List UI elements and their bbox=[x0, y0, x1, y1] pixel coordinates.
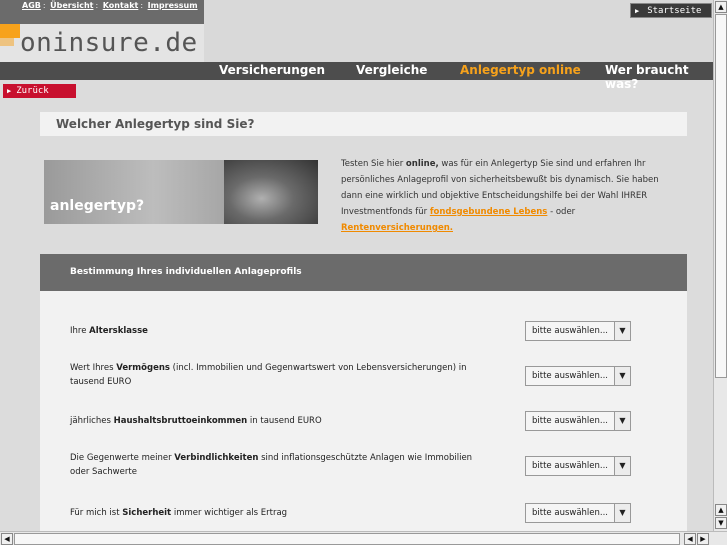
coins-image bbox=[224, 160, 318, 224]
main-nav: Versicherungen Vergleiche Anlegertyp onl… bbox=[0, 62, 713, 91]
play-icon: ▶ bbox=[635, 7, 640, 15]
question-label: Ihre Altersklasse bbox=[70, 324, 490, 338]
intro-text-part: Testen Sie hier bbox=[341, 159, 406, 169]
q-bold: Verbindlichkeiten bbox=[174, 453, 259, 463]
scroll-down-icon[interactable]: ▼ bbox=[715, 517, 727, 529]
question-label: Die Gegenwerte meiner Verbindlichkeiten … bbox=[70, 451, 490, 479]
scroll-up-icon[interactable]: ▲ bbox=[715, 504, 727, 516]
chevron-down-icon[interactable]: ▼ bbox=[614, 504, 630, 522]
question-label: jährliches Haushaltsbruttoeinkommen in t… bbox=[70, 414, 490, 428]
link-impressum[interactable]: Impressum bbox=[148, 1, 198, 10]
page-title: Welcher Anlegertyp sind Sie? bbox=[40, 112, 687, 136]
scroll-up-icon[interactable]: ▲ bbox=[715, 1, 727, 13]
nav-vergleiche[interactable]: Vergleiche bbox=[356, 63, 427, 77]
banner-text: anlegertyp? bbox=[50, 198, 145, 214]
vermoegen-select[interactable]: bitte auswählen... ▼ bbox=[525, 366, 631, 386]
select-value: bitte auswählen... bbox=[532, 326, 609, 336]
nav-wer-braucht-was[interactable]: Wer braucht was? bbox=[605, 63, 713, 91]
back-button[interactable]: ▶ Zurück bbox=[3, 84, 76, 98]
intro-text-part: - oder bbox=[547, 207, 576, 217]
q-bold: Vermögens bbox=[116, 363, 170, 373]
question-label: Wert Ihres Vermögens (incl. Immobilien u… bbox=[70, 361, 490, 389]
q-text: immer wichtiger als Ertrag bbox=[171, 508, 288, 518]
section-title: Bestimmung Ihres individuellen Anlagepro… bbox=[40, 254, 687, 291]
back-label: Zurück bbox=[16, 86, 49, 96]
scroll-right-icon[interactable]: ▶ bbox=[697, 533, 709, 545]
nav-anlegertyp-online[interactable]: Anlegertyp online bbox=[460, 63, 581, 77]
intro-section: anlegertyp? Testen Sie hier online, was … bbox=[40, 150, 687, 246]
q-text: in tausend EURO bbox=[247, 416, 322, 426]
altersklasse-select[interactable]: bitte auswählen... ▼ bbox=[525, 321, 631, 341]
vertical-scrollbar[interactable]: ▲ ▲ ▼ bbox=[713, 0, 727, 531]
intro-text: Testen Sie hier online, was für ein Anle… bbox=[341, 156, 681, 236]
chevron-down-icon[interactable]: ▼ bbox=[614, 457, 630, 475]
main-content: Welcher Anlegertyp sind Sie? anlegertyp?… bbox=[40, 112, 687, 531]
logo-mark-shadow bbox=[0, 38, 14, 46]
link-agb[interactable]: AGB bbox=[22, 1, 41, 10]
top-links: AGB: Übersicht: Kontakt: Impressum bbox=[22, 1, 198, 10]
logo[interactable]: oninsure.de bbox=[20, 28, 198, 58]
question-label: Für mich ist Sicherheit immer wichtiger … bbox=[70, 506, 490, 520]
verbindlichkeiten-select[interactable]: bitte auswählen... ▼ bbox=[525, 456, 631, 476]
startseite-button[interactable]: ▶ Startseite bbox=[630, 3, 712, 18]
horizontal-scrollbar[interactable]: ◀ ◀ ▶ bbox=[0, 531, 727, 545]
play-icon: ▶ bbox=[7, 87, 12, 95]
select-value: bitte auswählen... bbox=[532, 416, 609, 426]
link-uebersicht[interactable]: Übersicht bbox=[50, 1, 93, 10]
scroll-left-icon[interactable]: ◀ bbox=[1, 533, 13, 545]
startseite-label: Startseite bbox=[647, 6, 702, 16]
nav-versicherungen[interactable]: Versicherungen bbox=[219, 63, 325, 77]
q-bold: Sicherheit bbox=[122, 508, 172, 518]
horizontal-scroll-thumb[interactable] bbox=[14, 533, 680, 545]
q-text: Für mich ist bbox=[70, 508, 123, 518]
link-fondsgebundene-lebens[interactable]: fondsgebundene Lebens bbox=[430, 207, 548, 217]
haushaltseinkommen-select[interactable]: bitte auswählen... ▼ bbox=[525, 411, 631, 431]
sicherheit-select[interactable]: bitte auswählen... ▼ bbox=[525, 503, 631, 523]
select-value: bitte auswählen... bbox=[532, 461, 609, 471]
q-text: jährliches bbox=[70, 416, 114, 426]
anlegertyp-banner-image: anlegertyp? bbox=[44, 160, 318, 224]
chevron-down-icon[interactable]: ▼ bbox=[614, 412, 630, 430]
link-kontakt[interactable]: Kontakt bbox=[103, 1, 139, 10]
q-text: Die Gegenwerte meiner bbox=[70, 453, 175, 463]
chevron-down-icon[interactable]: ▼ bbox=[614, 367, 630, 385]
chevron-down-icon[interactable]: ▼ bbox=[614, 322, 630, 340]
header: AGB: Übersicht: Kontakt: Impressum onins… bbox=[0, 0, 713, 91]
q-bold: Altersklasse bbox=[89, 326, 148, 336]
select-value: bitte auswählen... bbox=[532, 371, 609, 381]
select-value: bitte auswählen... bbox=[532, 508, 609, 518]
q-bold: Haushaltsbruttoeinkommen bbox=[113, 416, 248, 426]
scroll-left-icon[interactable]: ◀ bbox=[684, 533, 696, 545]
q-text: Wert Ihres bbox=[70, 363, 117, 373]
vertical-scroll-thumb[interactable] bbox=[715, 14, 727, 378]
intro-text-bold: online, bbox=[405, 159, 439, 169]
link-rentenversicherungen[interactable]: Rentenversicherungen. bbox=[341, 223, 453, 233]
logo-mark bbox=[0, 24, 20, 38]
profile-form: Ihre Altersklasse bitte auswählen... ▼ We… bbox=[40, 291, 687, 531]
q-text: Ihre bbox=[70, 326, 90, 336]
